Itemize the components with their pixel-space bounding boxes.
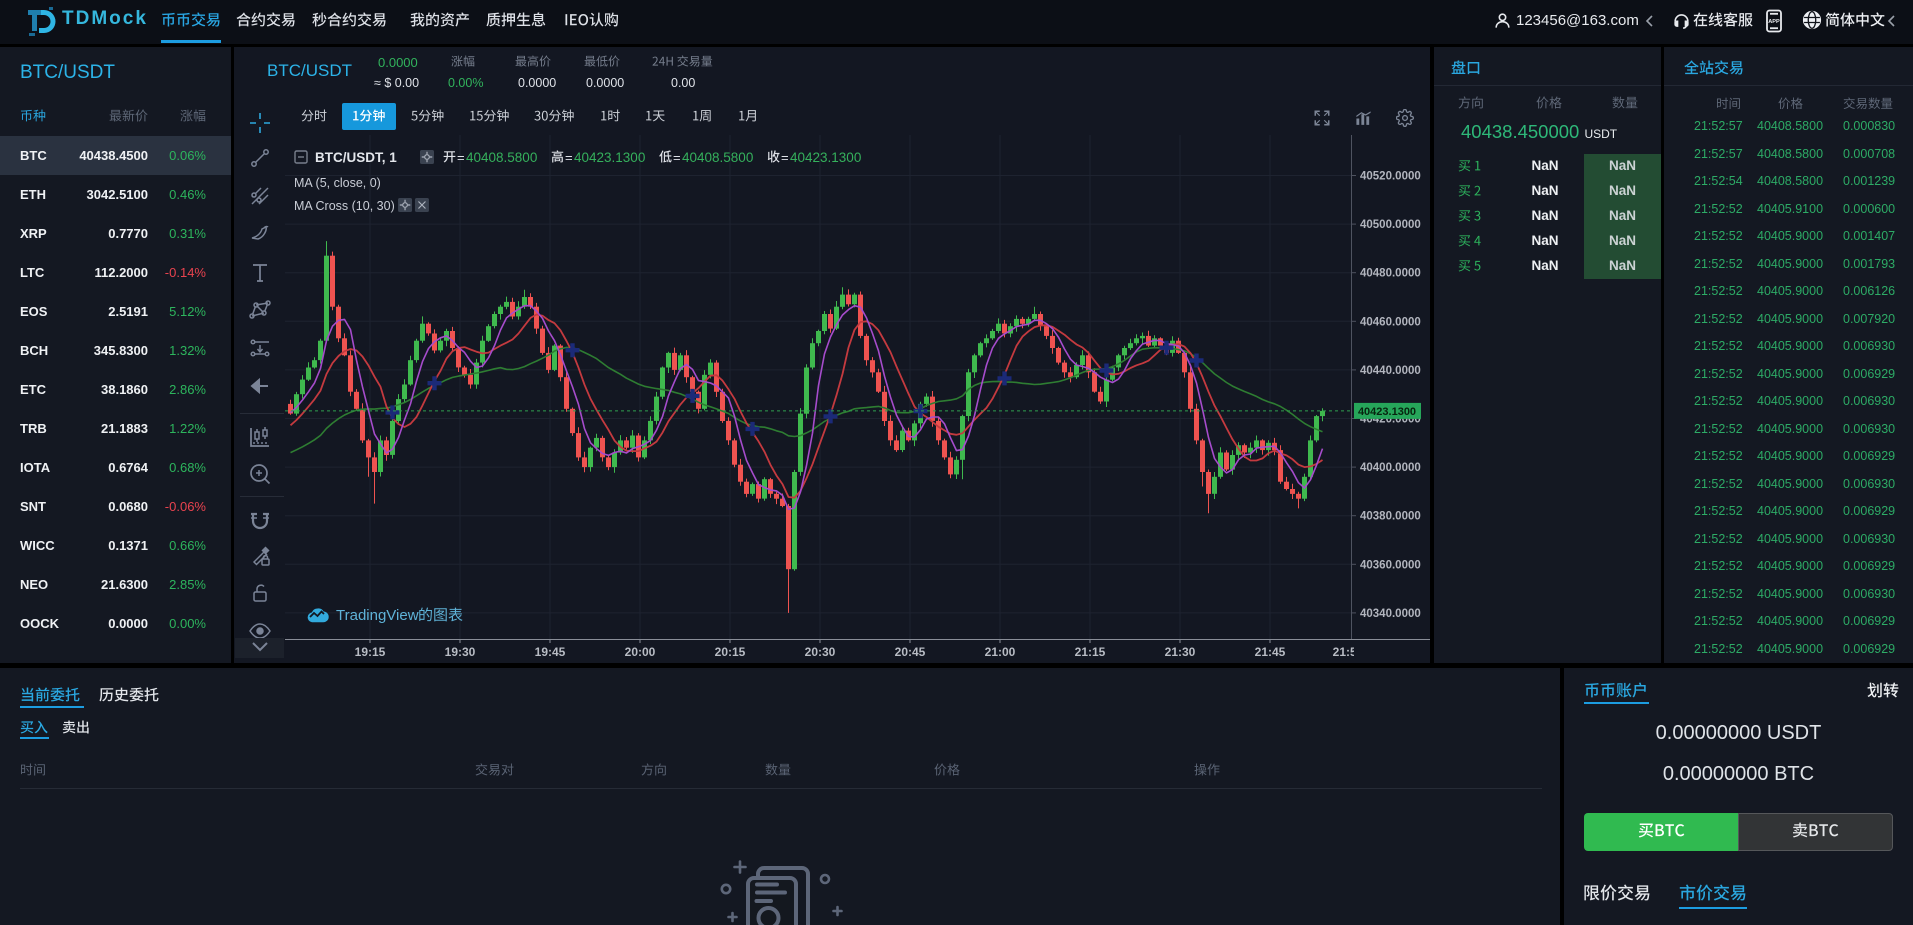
svg-text:21:15: 21:15 <box>1075 645 1106 659</box>
svg-text:21:00: 21:00 <box>985 645 1016 659</box>
svg-text:40380.0000: 40380.0000 <box>1360 511 1421 523</box>
svg-text:40520.0000: 40520.0000 <box>1360 171 1421 183</box>
svg-text:20:00: 20:00 <box>625 645 656 659</box>
svg-text:21:58: 21:58 <box>1333 645 1364 659</box>
svg-text:40400.0000: 40400.0000 <box>1360 462 1421 474</box>
svg-text:APP: APP <box>1768 19 1780 25</box>
svg-text:40460.0000: 40460.0000 <box>1360 316 1421 328</box>
svg-text:19:15: 19:15 <box>355 645 386 659</box>
svg-text:40440.0000: 40440.0000 <box>1360 365 1421 377</box>
svg-text:20:15: 20:15 <box>715 645 746 659</box>
svg-text:20:30: 20:30 <box>805 645 836 659</box>
svg-text:40480.0000: 40480.0000 <box>1360 268 1421 280</box>
svg-text:19:45: 19:45 <box>535 645 566 659</box>
svg-text:40500.0000: 40500.0000 <box>1360 219 1421 231</box>
svg-text:40360.0000: 40360.0000 <box>1360 559 1421 571</box>
svg-text:19:30: 19:30 <box>445 645 476 659</box>
svg-text:21:45: 21:45 <box>1255 645 1286 659</box>
svg-text:40423.1300: 40423.1300 <box>1358 406 1416 418</box>
svg-text:21:30: 21:30 <box>1165 645 1196 659</box>
svg-text:20:45: 20:45 <box>895 645 926 659</box>
svg-text:40340.0000: 40340.0000 <box>1360 608 1421 620</box>
